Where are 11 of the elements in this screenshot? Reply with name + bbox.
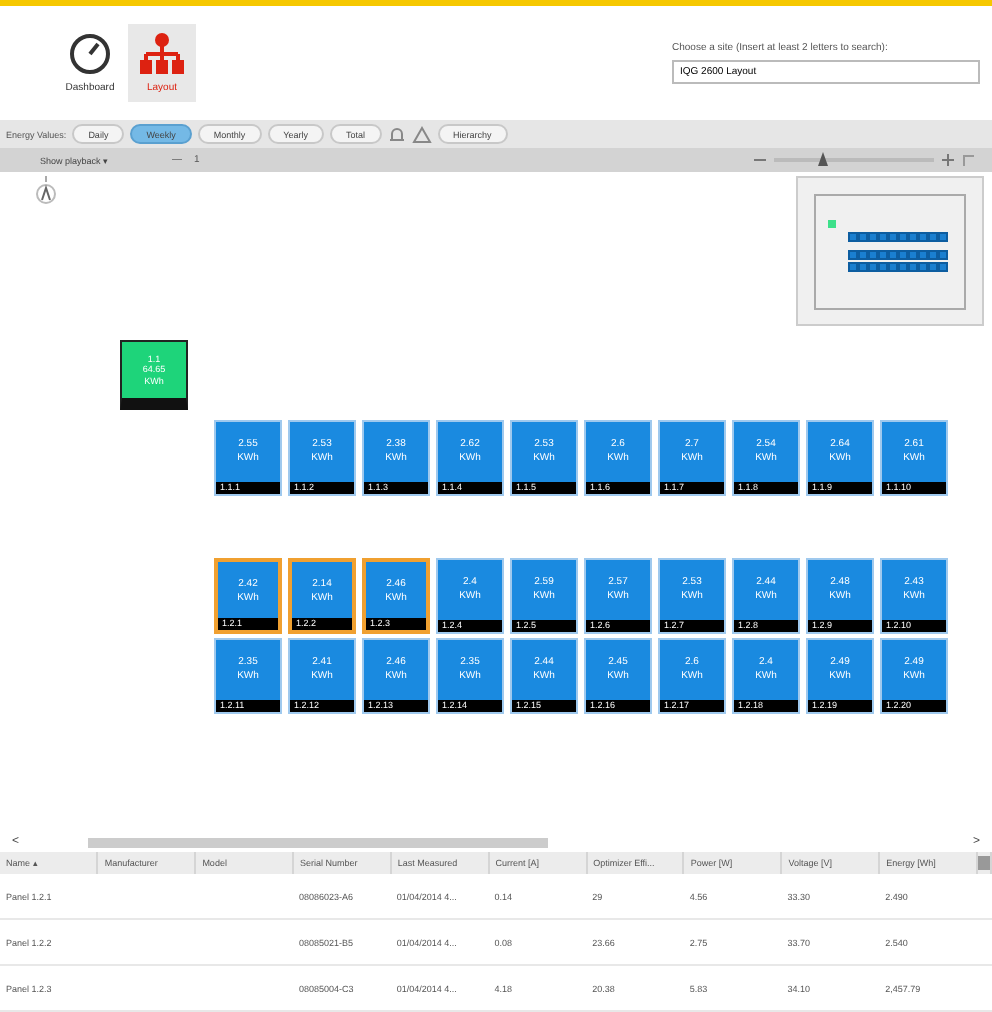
- overview-map[interactable]: [796, 176, 984, 326]
- hierarchy-icon: [138, 32, 186, 76]
- warning-icon[interactable]: [411, 125, 431, 143]
- fit-icon[interactable]: [962, 153, 976, 167]
- scroll-thumb[interactable]: [87, 837, 548, 847]
- zoom-out-icon[interactable]: [754, 154, 766, 166]
- zoom-in-icon[interactable]: [942, 154, 954, 166]
- gauge-icon: [68, 32, 112, 76]
- bell-icon[interactable]: [387, 125, 405, 143]
- compass-icon[interactable]: [36, 176, 56, 204]
- zoom-thumb[interactable]: [818, 152, 828, 166]
